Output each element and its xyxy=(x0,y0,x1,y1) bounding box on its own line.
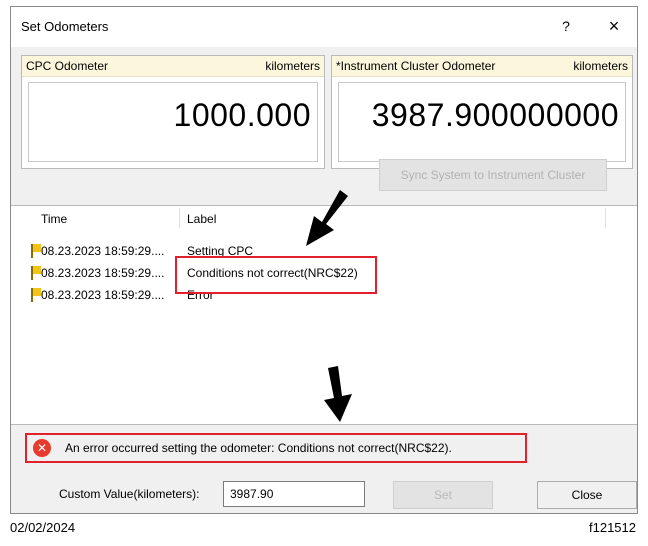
flag-icon xyxy=(31,266,41,280)
sync-system-button[interactable]: Sync System to Instrument Cluster xyxy=(379,159,607,191)
close-button[interactable]: Close xyxy=(537,481,637,509)
cluster-odometer-panel: *Instrument Cluster Odometer kilometers … xyxy=(331,55,633,169)
flag-icon xyxy=(31,244,41,258)
log-row-time: 08.23.2023 18:59:29.... xyxy=(41,288,165,302)
footer-date: 02/02/2024 xyxy=(10,520,76,535)
dialog-title: Set Odometers xyxy=(21,19,109,34)
flag-icon xyxy=(31,288,41,302)
close-window-button[interactable]: × xyxy=(601,13,627,39)
title-bar: Set Odometers ? × xyxy=(11,7,637,47)
cpc-odometer-unit: kilometers xyxy=(265,59,320,73)
cpc-odometer-value: 1000.000 xyxy=(173,97,311,133)
log-row-time: 08.23.2023 18:59:29.... xyxy=(41,266,165,280)
column-divider[interactable] xyxy=(605,208,606,228)
footer-figure-code: f121512 xyxy=(589,520,636,535)
cpc-odometer-header: CPC Odometer kilometers xyxy=(22,56,324,77)
error-message: An error occurred setting the odometer: … xyxy=(65,441,452,455)
cpc-odometer-value-box: 1000.000 xyxy=(28,82,318,162)
cluster-odometer-unit: kilometers xyxy=(573,59,628,73)
error-status-bar: ✕ An error occurred setting the odometer… xyxy=(25,433,527,463)
error-icon: ✕ xyxy=(33,439,51,457)
arrow-down-icon xyxy=(306,190,348,246)
arrow-down-icon xyxy=(324,366,352,422)
column-header-label[interactable]: Label xyxy=(187,212,216,226)
help-button[interactable]: ? xyxy=(555,15,577,37)
cluster-odometer-value-box: 3987.900000000 xyxy=(338,82,626,162)
column-header-time[interactable]: Time xyxy=(41,212,67,226)
cluster-odometer-value: 3987.900000000 xyxy=(371,97,619,133)
cluster-odometer-header: *Instrument Cluster Odometer kilometers xyxy=(332,56,632,77)
custom-value-label: Custom Value(kilometers): xyxy=(59,487,200,501)
custom-value-input[interactable] xyxy=(223,481,365,507)
cluster-odometer-label: *Instrument Cluster Odometer xyxy=(336,59,496,73)
set-button[interactable]: Set xyxy=(393,481,493,509)
highlight-box xyxy=(175,256,377,294)
log-row-time: 08.23.2023 18:59:29.... xyxy=(41,244,165,258)
cpc-odometer-label: CPC Odometer xyxy=(26,59,109,73)
column-divider[interactable] xyxy=(179,208,180,228)
cpc-odometer-panel: CPC Odometer kilometers 1000.000 xyxy=(21,55,325,169)
